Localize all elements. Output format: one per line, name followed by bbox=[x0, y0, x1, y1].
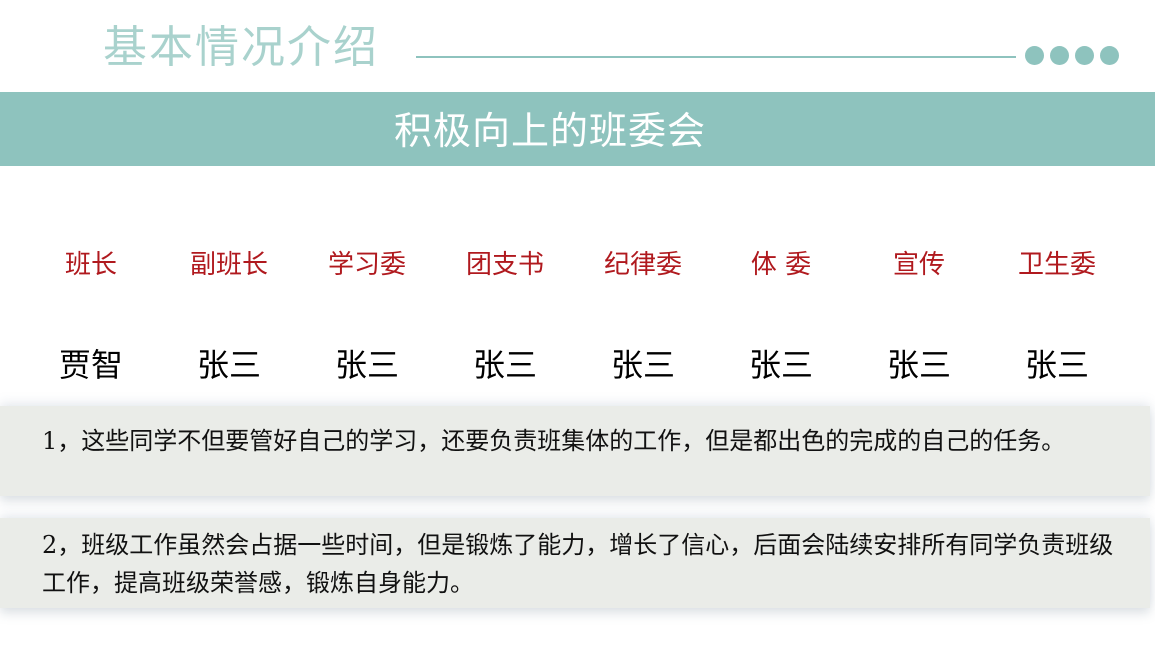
role-row: 班长 副班长 学习委 团支书 纪律委 体 委 宣传 卫生委 bbox=[22, 240, 1127, 290]
dot-icon bbox=[1100, 46, 1119, 65]
dot-icon bbox=[1050, 46, 1069, 65]
dot-icon bbox=[1075, 46, 1094, 65]
member-name: 张三 bbox=[334, 346, 399, 384]
note-text: 1，这些同学不但要管好自己的学习，还要负责班集体的工作，但是都出色的完成的自己的… bbox=[42, 427, 1066, 455]
role-label: 宣传 bbox=[892, 250, 945, 280]
role-label: 副班长 bbox=[189, 250, 268, 280]
section-title: 基本情况介绍 bbox=[103, 22, 379, 73]
title-banner: 积极向上的班委会 bbox=[0, 92, 1155, 166]
role-label: 学习委 bbox=[327, 250, 406, 280]
slide: 基本情况介绍 积极向上的班委会 班长 副班长 学习委 团支书 纪律委 体 委 宣… bbox=[0, 0, 1155, 657]
member-name: 张三 bbox=[748, 346, 813, 384]
note-box-1: 1，这些同学不但要管好自己的学习，还要负责班集体的工作，但是都出色的完成的自己的… bbox=[0, 406, 1150, 496]
header-divider bbox=[416, 56, 1016, 58]
member-name: 贾智 bbox=[58, 346, 123, 384]
banner-title: 积极向上的班委会 bbox=[393, 109, 706, 153]
role-label: 团支书 bbox=[465, 250, 544, 280]
member-name: 张三 bbox=[610, 346, 675, 384]
name-row: 贾智 张三 张三 张三 张三 张三 张三 张三 bbox=[22, 340, 1127, 390]
role-label: 卫生委 bbox=[1017, 250, 1096, 280]
role-label: 体 委 bbox=[750, 250, 812, 280]
note-box-2: 2，班级工作虽然会占据一些时间，但是锻炼了能力，增长了信心，后面会陆续安排所有同… bbox=[0, 518, 1150, 608]
member-name: 张三 bbox=[472, 346, 537, 384]
role-label: 班长 bbox=[64, 250, 117, 280]
member-name: 张三 bbox=[886, 346, 951, 384]
decorative-dots bbox=[1025, 46, 1119, 65]
member-name: 张三 bbox=[196, 346, 261, 384]
role-label: 纪律委 bbox=[603, 250, 682, 280]
note-text: 2，班级工作虽然会占据一些时间，但是锻炼了能力，增长了信心，后面会陆续安排所有同… bbox=[42, 531, 1114, 597]
dot-icon bbox=[1025, 46, 1044, 65]
member-name: 张三 bbox=[1024, 346, 1089, 384]
